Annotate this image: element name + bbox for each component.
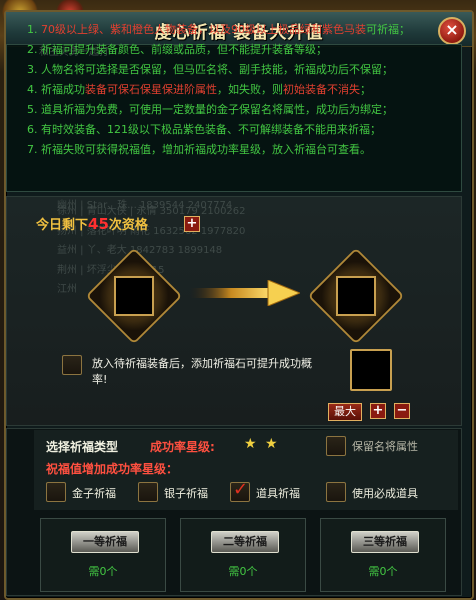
blessing-value-label: 祝福值增加成功率星级： — [46, 462, 179, 476]
grade-box-1: 一等祈福 需0个 — [40, 518, 166, 592]
rule-text: 祈福成功 — [41, 83, 85, 96]
rule-text: 祈福失败可获得祝福值，增加祈福成功率星级，放入祈福台可查看。 — [41, 143, 371, 156]
blessing-stone-slot[interactable] — [350, 349, 392, 391]
rule-item: 5. 道具祈福为免费，可使用一定数量的金子保留名将属性，成功后为绑定； — [27, 101, 393, 117]
slot-inner — [336, 276, 376, 316]
remaining-number: 45 — [88, 215, 109, 233]
max-button[interactable]: 最大 — [328, 403, 362, 421]
grade-2-need: 需0个 — [228, 565, 258, 578]
rule-text: 人物名将可选择是否保留，但马匹名将、副手技能，祈福成功后不保留； — [41, 63, 393, 76]
stone-minus-button[interactable]: − — [394, 403, 410, 419]
rule-text: 70级以上绿、紫和橙色人物装备，以及90级以上极品绿和紫色马装 — [41, 23, 366, 36]
rule-text: 可祈福； — [366, 23, 410, 36]
silver-blessing-checkbox[interactable] — [138, 482, 158, 502]
remaining-count: 今日剩下45次资格 — [36, 214, 148, 233]
put-hint: 放入待祈福装备后，添加祈福石可提升成功概 — [92, 357, 312, 370]
grade-box-3: 三等祈福 需0个 — [320, 518, 446, 592]
put-hint-line2: 率! — [92, 373, 108, 386]
item-blessing-checkbox[interactable]: ✓ — [230, 479, 250, 502]
guaranteed-item-label: 使用必成道具 — [352, 487, 418, 500]
success-stars: ★ ★ — [244, 436, 280, 452]
keep-general-checkbox[interactable] — [326, 436, 346, 456]
grade-1-need: 需0个 — [88, 565, 118, 578]
keep-general-label: 保留名将属性 — [352, 440, 418, 453]
rule-item: 3. 人物名将可选择是否保留，但马匹名将、副手技能，祈福成功后不保留； — [27, 61, 393, 77]
source-equipment-slot[interactable] — [85, 247, 183, 345]
rule-item: 4. 祈福成功装备可保石保星保进阶属性，如失败，则初始装备不消失； — [27, 81, 371, 97]
rule-text: ，如失败，则 — [217, 83, 283, 96]
gold-blessing-label: 金子祈福 — [72, 487, 116, 500]
success-star-label: 成功率星级: — [150, 440, 215, 454]
rule-number: 6. — [27, 123, 38, 136]
blessing-stone-checkbox[interactable] — [62, 355, 82, 375]
rule-text: ； — [360, 83, 371, 96]
target-equipment-slot[interactable] — [307, 247, 405, 345]
rule-text: 道具祈福为免费，可使用一定数量的金子保留名将属性，成功后为绑定； — [41, 103, 393, 116]
grade-3-button[interactable]: 三等祈福 — [351, 531, 419, 553]
rule-number: 3. — [27, 63, 38, 76]
checkmark-icon: ✓ — [233, 479, 249, 500]
arrow-right-icon — [190, 280, 300, 306]
gold-blessing-checkbox[interactable] — [46, 482, 66, 502]
rule-text: 有时效装备、121级以下极品紫色装备、不可解绑装备不能用来祈福； — [41, 123, 381, 136]
close-icon[interactable]: × — [438, 17, 466, 45]
rule-item: 1. 70级以上绿、紫和橙色人物装备，以及90级以上极品绿和紫色马装可祈福； — [27, 21, 410, 37]
rule-number: 2. — [27, 43, 38, 56]
item-blessing-label: 道具祈福 — [256, 487, 300, 500]
rule-item: 2. 祈福可提升装备颜色、前缀或品质，但不能提升装备等级； — [27, 41, 327, 57]
select-type-label: 选择祈福类型 — [46, 440, 119, 454]
ghost-row: 江州 — [57, 284, 77, 295]
slot-inner — [114, 276, 154, 316]
silver-blessing-label: 银子祈福 — [164, 487, 208, 500]
grade-2-button[interactable]: 二等祈福 — [211, 531, 279, 553]
grade-1-button[interactable]: 一等祈福 — [71, 531, 139, 553]
rule-text: 装备可保石保星保进阶属性 — [85, 83, 217, 96]
rule-text: 祈福可提升装备颜色、前缀或品质，但不能提升装备等级； — [41, 43, 327, 56]
grade-3-need: 需0个 — [368, 565, 398, 578]
rule-number: 4. — [27, 83, 38, 96]
rule-number: 5. — [27, 103, 38, 116]
rule-number: 7. — [27, 143, 38, 156]
rule-item: 7. 祈福失败可获得祝福值，增加祈福成功率星级，放入祈福台可查看。 — [27, 141, 371, 157]
remaining-prefix: 今日剩下 — [36, 218, 89, 233]
rule-text: 初始装备不消失 — [283, 83, 360, 96]
rules-panel: 和主贝勇一起打 1. 70级以上绿、紫和橙色人物装备，以及90级以上极品绿和紫色… — [6, 23, 462, 192]
stone-plus-button[interactable]: + — [370, 403, 386, 419]
rule-number: 1. — [27, 23, 38, 36]
rule-item: 6. 有时效装备、121级以下极品紫色装备、不可解绑装备不能用来祈福； — [27, 121, 381, 137]
add-chances-button[interactable]: + — [184, 216, 200, 232]
grade-box-2: 二等祈福 需0个 — [180, 518, 306, 592]
remaining-suffix: 次资格 — [108, 218, 148, 233]
guaranteed-item-checkbox[interactable] — [326, 482, 346, 502]
